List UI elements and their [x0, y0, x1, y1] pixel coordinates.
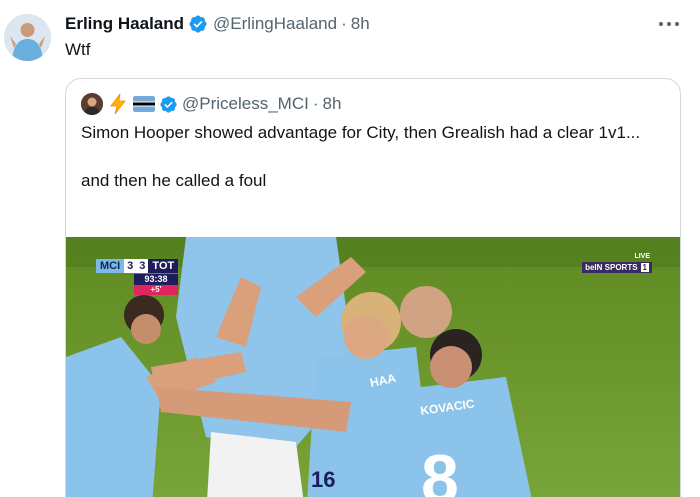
- home-score: 3: [124, 259, 137, 273]
- more-options-icon[interactable]: [659, 14, 679, 34]
- quoted-author-avatar[interactable]: [81, 93, 103, 115]
- jersey-number-16: 16: [311, 467, 335, 492]
- author-name[interactable]: Erling Haaland: [65, 14, 184, 34]
- jersey-number-8: 8: [421, 441, 459, 497]
- more-dot: [675, 22, 679, 26]
- quoted-tweet[interactable]: @Priceless_MCI · 8h Simon Hooper showed …: [65, 78, 681, 497]
- quoted-author-handle[interactable]: @Priceless_MCI: [182, 94, 309, 114]
- broadcaster-name: beIN SPORTS: [585, 263, 638, 272]
- away-score: 3: [136, 259, 149, 273]
- more-dot: [667, 22, 671, 26]
- scorebug: MCI 3 3 TOT: [96, 259, 179, 273]
- broadcaster-channel: 1: [640, 263, 649, 272]
- tweet-text: Wtf: [65, 40, 91, 59]
- added-time: +5': [134, 285, 178, 295]
- quoted-tweet-header: @Priceless_MCI · 8h: [81, 93, 341, 115]
- live-label: LIVE: [634, 253, 650, 260]
- away-team: TOT: [148, 259, 179, 273]
- separator: ·: [312, 94, 319, 113]
- lightning-emoji-icon: [107, 93, 129, 115]
- botswana-flag-icon: [133, 96, 155, 112]
- broadcaster-logo: beIN SPORTS 1: [582, 262, 652, 273]
- author-avatar[interactable]: [4, 14, 51, 61]
- quoted-tweet-text: Simon Hooper showed advantage for City, …: [81, 121, 671, 217]
- media-video[interactable]: HAA KOVACIC 8 16 MCI 3 3 TOT 93:38 +5' L…: [66, 237, 680, 497]
- quoted-text-paragraph-1: Simon Hooper showed advantage for City, …: [81, 123, 641, 142]
- match-clock: 93:38: [134, 274, 178, 285]
- timestamp[interactable]: 8h: [351, 14, 370, 34]
- tweet-header: Erling Haaland @ErlingHaaland · 8h: [65, 13, 370, 35]
- quoted-timestamp[interactable]: 8h: [323, 94, 342, 114]
- verified-badge-icon[interactable]: [159, 95, 178, 114]
- more-dot: [659, 22, 663, 26]
- home-team: MCI: [96, 259, 125, 273]
- verified-badge-icon[interactable]: [188, 14, 208, 34]
- separator: ·: [341, 14, 347, 33]
- quoted-text-paragraph-2: and then he called a foul: [81, 171, 267, 190]
- author-handle[interactable]: @ErlingHaaland: [213, 14, 337, 34]
